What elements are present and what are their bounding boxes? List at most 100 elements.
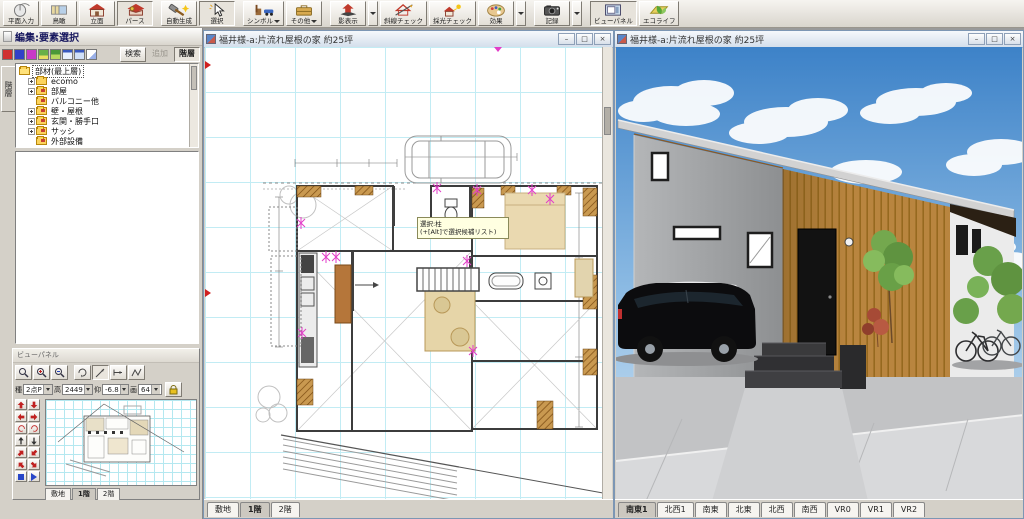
effect-button[interactable]: 効果 xyxy=(478,1,514,26)
filter-export-icon[interactable] xyxy=(86,49,97,60)
tab-site[interactable]: 敷地 xyxy=(45,488,71,500)
dropdown-icon[interactable] xyxy=(43,385,52,394)
minimize-button[interactable]: – xyxy=(968,33,985,45)
view-panel-button[interactable]: ビューパネル xyxy=(590,1,637,26)
camera-pan-left-button[interactable] xyxy=(15,459,27,470)
camera-left-button[interactable] xyxy=(15,411,27,422)
layer-vertical-tab[interactable]: 階層 xyxy=(1,66,16,112)
floor-plan-canvas[interactable]: 選択:柱 (+[Alt]で選択候補リスト) xyxy=(205,47,612,499)
camera-rotate-left-button[interactable] xyxy=(15,423,27,434)
tree-item[interactable]: 玄関・勝手口 xyxy=(19,116,198,126)
elevation-button[interactable]: 立面 xyxy=(79,1,115,26)
expand-plus-icon[interactable] xyxy=(28,78,35,85)
filter-window2-icon[interactable] xyxy=(74,49,85,60)
maximize-button[interactable]: □ xyxy=(986,33,1003,45)
tree-item[interactable]: サッシ xyxy=(19,126,198,136)
camera-down-button[interactable] xyxy=(28,399,40,410)
walkthrough-play-button[interactable] xyxy=(28,471,40,482)
walkthrough-stop-button[interactable] xyxy=(15,471,27,482)
tab-view-vr0[interactable]: VR0 xyxy=(827,502,859,517)
scrollbar-thumb[interactable] xyxy=(191,66,197,90)
filter-red-icon[interactable] xyxy=(2,49,13,60)
minimap-canvas[interactable] xyxy=(45,399,197,486)
expand-plus-icon[interactable] xyxy=(28,128,35,135)
close-button[interactable]: × xyxy=(594,33,611,45)
filter-blue-icon[interactable] xyxy=(14,49,25,60)
tab-view-vr2[interactable]: VR2 xyxy=(893,502,925,517)
camera-back-button[interactable] xyxy=(28,435,40,446)
daylight-check-button[interactable]: 採光チェック xyxy=(429,1,476,26)
eco-life-button[interactable]: エコライフ xyxy=(639,1,680,26)
tree-item[interactable]: ecomo xyxy=(19,76,198,86)
plan-vertical-scrollbar[interactable] xyxy=(602,47,612,499)
render-window-titlebar[interactable]: 福井様-a:片流れ屋根の家 約25坪 – □ × xyxy=(615,31,1023,48)
plan-input-button[interactable]: 平面入力 xyxy=(3,1,39,26)
tree-item[interactable]: 外部設備 xyxy=(19,136,198,146)
minimize-button[interactable]: – xyxy=(558,33,575,45)
camera-height-select[interactable]: 2449 xyxy=(62,384,93,395)
birdview-button[interactable]: 鳥瞰 xyxy=(41,1,77,26)
camera-type-select[interactable]: 2点P xyxy=(23,384,53,395)
filter-window-icon[interactable] xyxy=(62,49,73,60)
expand-plus-icon[interactable] xyxy=(28,108,35,115)
lock-button[interactable] xyxy=(165,382,182,397)
plan-window-titlebar[interactable]: 福井様-a:片流れ屋根の家 約25坪 – □ × xyxy=(204,31,613,48)
layer-button[interactable]: 階層 xyxy=(174,47,200,62)
tab-view-nw1[interactable]: 北西1 xyxy=(657,502,694,517)
tab-floor2[interactable]: 2階 xyxy=(97,488,120,500)
zoom-button[interactable] xyxy=(15,365,32,380)
camera-tilt-down-button[interactable] xyxy=(28,447,40,458)
record-dropdown-button[interactable] xyxy=(572,1,582,26)
tab-view-vr1[interactable]: VR1 xyxy=(860,502,892,517)
tree-item[interactable]: 部屋 xyxy=(19,86,198,96)
detail-list-box[interactable] xyxy=(15,151,199,344)
tab-floor1[interactable]: 1階 xyxy=(240,502,270,517)
shadow-display-dropdown-button[interactable] xyxy=(368,1,378,26)
camera-tilt-up-button[interactable] xyxy=(15,447,27,458)
auto-generate-button[interactable]: 自動生成 xyxy=(161,1,197,26)
walk-path-button[interactable] xyxy=(92,365,109,380)
filter-image-icon[interactable] xyxy=(38,49,49,60)
tab-view-sw[interactable]: 南西 xyxy=(794,502,826,517)
dropdown-icon[interactable] xyxy=(151,385,160,394)
shadow-display-button[interactable]: 影表示 xyxy=(330,1,366,26)
select-button[interactable]: 選択 xyxy=(199,1,235,26)
camera-pan-right-button[interactable] xyxy=(28,459,40,470)
orbit-button[interactable] xyxy=(74,365,91,380)
others-button[interactable]: その他 xyxy=(286,1,322,26)
tree-item[interactable]: バルコニー他 xyxy=(19,96,198,106)
perspective-button[interactable]: パース xyxy=(117,1,153,26)
close-button[interactable]: × xyxy=(1004,33,1021,45)
camera-forward-button[interactable] xyxy=(15,435,27,446)
scrollbar-thumb[interactable] xyxy=(604,107,611,135)
expand-plus-icon[interactable] xyxy=(28,118,35,125)
tab-view-nw[interactable]: 北西 xyxy=(761,502,793,517)
tree-item[interactable]: 壁・屋根 xyxy=(19,106,198,116)
maximize-button[interactable]: □ xyxy=(576,33,593,45)
free-path-button[interactable] xyxy=(128,365,145,380)
camera-pitch-select[interactable]: -6.8 xyxy=(102,384,129,395)
camera-fov-select[interactable]: 64 xyxy=(138,384,162,395)
camera-rotate-right-button[interactable] xyxy=(28,423,40,434)
camera-up-button[interactable] xyxy=(15,399,27,410)
pan-button[interactable] xyxy=(110,365,127,380)
tab-view-se[interactable]: 南東 xyxy=(695,502,727,517)
tree-item-root[interactable]: 部材(最上層) xyxy=(19,66,198,76)
zoom-in-button[interactable] xyxy=(33,365,50,380)
zoom-out-button[interactable] xyxy=(51,365,68,380)
search-button[interactable]: 検索 xyxy=(120,47,146,62)
record-button[interactable]: 記録 xyxy=(534,1,570,26)
tab-floor2[interactable]: 2階 xyxy=(271,502,300,517)
effect-dropdown-button[interactable] xyxy=(516,1,526,26)
dropdown-icon[interactable] xyxy=(120,385,128,394)
tree-scrollbar[interactable] xyxy=(189,64,198,147)
tab-view-se1[interactable]: 南東1 xyxy=(618,502,656,517)
camera-right-button[interactable] xyxy=(28,411,40,422)
slant-check-button[interactable]: 斜線チェック xyxy=(380,1,427,26)
expand-plus-icon[interactable] xyxy=(28,88,35,95)
render-3d-canvas[interactable] xyxy=(616,47,1022,499)
dropdown-icon[interactable] xyxy=(84,385,92,394)
tab-floor1[interactable]: 1階 xyxy=(72,488,96,500)
filter-magenta-icon[interactable] xyxy=(26,49,37,60)
symbol-button[interactable]: シンボル xyxy=(243,1,284,26)
